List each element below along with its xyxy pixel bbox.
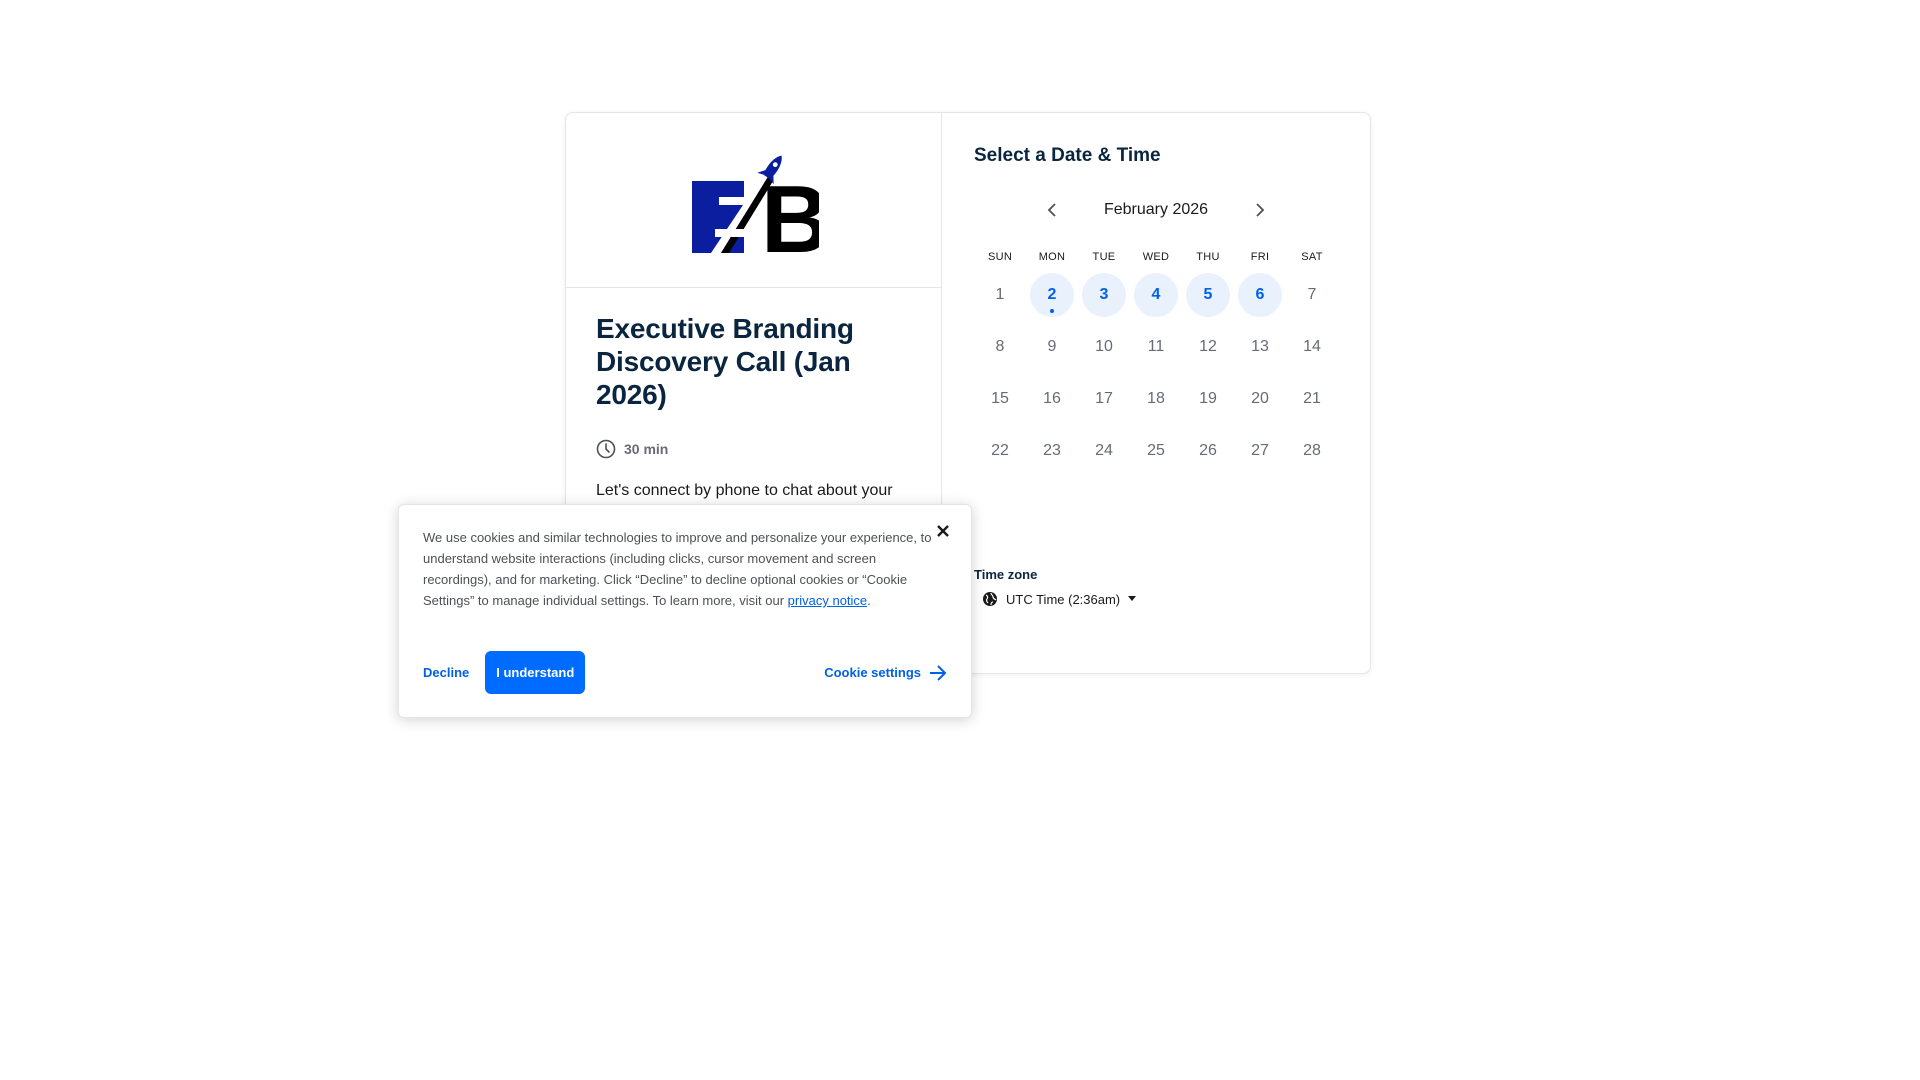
clock-icon bbox=[596, 439, 616, 459]
calendar-day: 19 bbox=[1182, 373, 1234, 425]
calendar-day: 15 bbox=[974, 373, 1026, 425]
day-number: 13 bbox=[1251, 338, 1269, 355]
cookie-message-suffix: . bbox=[867, 593, 871, 608]
timezone-value: UTC Time (2:36am) bbox=[1006, 591, 1121, 607]
arrow-right-icon bbox=[930, 664, 947, 681]
calendar-day-available[interactable]: 4 bbox=[1130, 269, 1182, 321]
timezone-select[interactable]: UTC Time (2:36am) bbox=[982, 591, 1137, 607]
day-number: 12 bbox=[1199, 338, 1217, 355]
calendar-day: 23 bbox=[1026, 425, 1078, 477]
accept-cookies-button[interactable]: I understand bbox=[485, 651, 586, 694]
cookie-settings-button[interactable]: Cookie settings bbox=[824, 664, 947, 681]
day-number: 5 bbox=[1186, 273, 1230, 317]
calendar-day: 17 bbox=[1078, 373, 1130, 425]
month-label: February 2026 bbox=[1103, 201, 1209, 218]
scheduler-heading: Select a Date & Time bbox=[974, 145, 1161, 166]
day-number: 16 bbox=[1043, 390, 1061, 407]
day-number: 14 bbox=[1303, 338, 1321, 355]
day-number: 22 bbox=[991, 442, 1009, 459]
day-number: 9 bbox=[1047, 338, 1057, 355]
calendar-day: 16 bbox=[1026, 373, 1078, 425]
weekday-label: FRI bbox=[1250, 251, 1270, 263]
calendar-day: 26 bbox=[1182, 425, 1234, 477]
day-number: 23 bbox=[1043, 442, 1061, 459]
weekday-label: WED bbox=[1142, 251, 1170, 263]
calendar-day: 11 bbox=[1130, 321, 1182, 373]
weekday-label: SAT bbox=[1301, 251, 1323, 263]
day-number: 6 bbox=[1238, 273, 1282, 317]
close-cookie-banner-button[interactable] bbox=[931, 519, 955, 543]
day-number: 3 bbox=[1082, 273, 1126, 317]
cookie-settings-label: Cookie settings bbox=[824, 665, 921, 680]
next-month-button[interactable] bbox=[1244, 195, 1274, 225]
chevron-right-icon bbox=[1256, 203, 1265, 217]
calendar-day-available[interactable]: 2 bbox=[1026, 269, 1078, 321]
calendar-day: 13 bbox=[1234, 321, 1286, 373]
duration-label: 30 min bbox=[624, 441, 669, 457]
company-logo: B bbox=[691, 155, 819, 255]
day-number: 28 bbox=[1303, 442, 1321, 459]
calendar-day-available[interactable]: 6 bbox=[1234, 269, 1286, 321]
calendar-day: 12 bbox=[1182, 321, 1234, 373]
day-number: 25 bbox=[1147, 442, 1165, 459]
day-number: 15 bbox=[991, 390, 1009, 407]
day-number: 11 bbox=[1147, 338, 1165, 355]
today-indicator bbox=[1050, 309, 1054, 313]
calendar-day: 28 bbox=[1286, 425, 1338, 477]
calendar-day: 21 bbox=[1286, 373, 1338, 425]
timezone-label: Time zone bbox=[974, 567, 1038, 582]
day-number: 17 bbox=[1095, 390, 1113, 407]
calendar-day: 8 bbox=[974, 321, 1026, 373]
calendar-grid: SUN MON TUE WED THU FRI SAT 1 2 3 4 5 6 … bbox=[974, 245, 1338, 477]
globe-icon bbox=[983, 592, 997, 606]
calendar-day: 7 bbox=[1286, 269, 1338, 321]
day-number: 8 bbox=[995, 338, 1005, 355]
calendar-day: 22 bbox=[974, 425, 1026, 477]
weekday-label: SUN bbox=[987, 251, 1013, 263]
day-number: 24 bbox=[1095, 442, 1113, 459]
calendar-day: 14 bbox=[1286, 321, 1338, 373]
calendar-day: 9 bbox=[1026, 321, 1078, 373]
day-number: 4 bbox=[1134, 273, 1178, 317]
weekday-label: MON bbox=[1038, 251, 1066, 263]
caret-down-icon bbox=[1128, 596, 1137, 601]
duration-row: 30 min bbox=[596, 439, 911, 459]
day-number: 7 bbox=[1307, 286, 1317, 303]
calendar-day-available[interactable]: 5 bbox=[1182, 269, 1234, 321]
calendar-day: 10 bbox=[1078, 321, 1130, 373]
day-number: 27 bbox=[1251, 442, 1269, 459]
calendar-day: 24 bbox=[1078, 425, 1130, 477]
weekday-label: THU bbox=[1196, 251, 1220, 263]
calendar-day: 1 bbox=[974, 269, 1026, 321]
logo-area: B bbox=[566, 113, 941, 288]
day-number: 20 bbox=[1251, 390, 1269, 407]
day-number: 10 bbox=[1095, 338, 1113, 355]
day-number: 18 bbox=[1147, 390, 1165, 407]
cookie-text: We use cookies and similar technologies … bbox=[423, 527, 933, 611]
day-number: 26 bbox=[1199, 442, 1217, 459]
chevron-left-icon bbox=[1047, 203, 1056, 217]
scheduler-pane: Select a Date & Time February 2026 SUN M… bbox=[942, 113, 1370, 673]
privacy-notice-link[interactable]: privacy notice bbox=[788, 593, 867, 608]
close-icon bbox=[937, 525, 949, 537]
weekday-label: TUE bbox=[1092, 251, 1116, 263]
event-title: Executive Branding Discovery Call (Jan 2… bbox=[596, 313, 854, 410]
month-navigation: February 2026 bbox=[974, 195, 1338, 225]
previous-month-button[interactable] bbox=[1038, 195, 1068, 225]
day-number: 19 bbox=[1199, 390, 1217, 407]
calendar-day: 18 bbox=[1130, 373, 1182, 425]
cookie-banner: We use cookies and similar technologies … bbox=[398, 504, 972, 718]
cookie-actions: Decline I understand Cookie settings bbox=[423, 651, 947, 694]
day-number: 21 bbox=[1303, 390, 1321, 407]
day-number: 1 bbox=[995, 286, 1005, 303]
decline-button[interactable]: Decline bbox=[423, 665, 469, 680]
calendar-day: 27 bbox=[1234, 425, 1286, 477]
calendar-day: 25 bbox=[1130, 425, 1182, 477]
calendar-day-available[interactable]: 3 bbox=[1078, 269, 1130, 321]
calendar-day: 20 bbox=[1234, 373, 1286, 425]
